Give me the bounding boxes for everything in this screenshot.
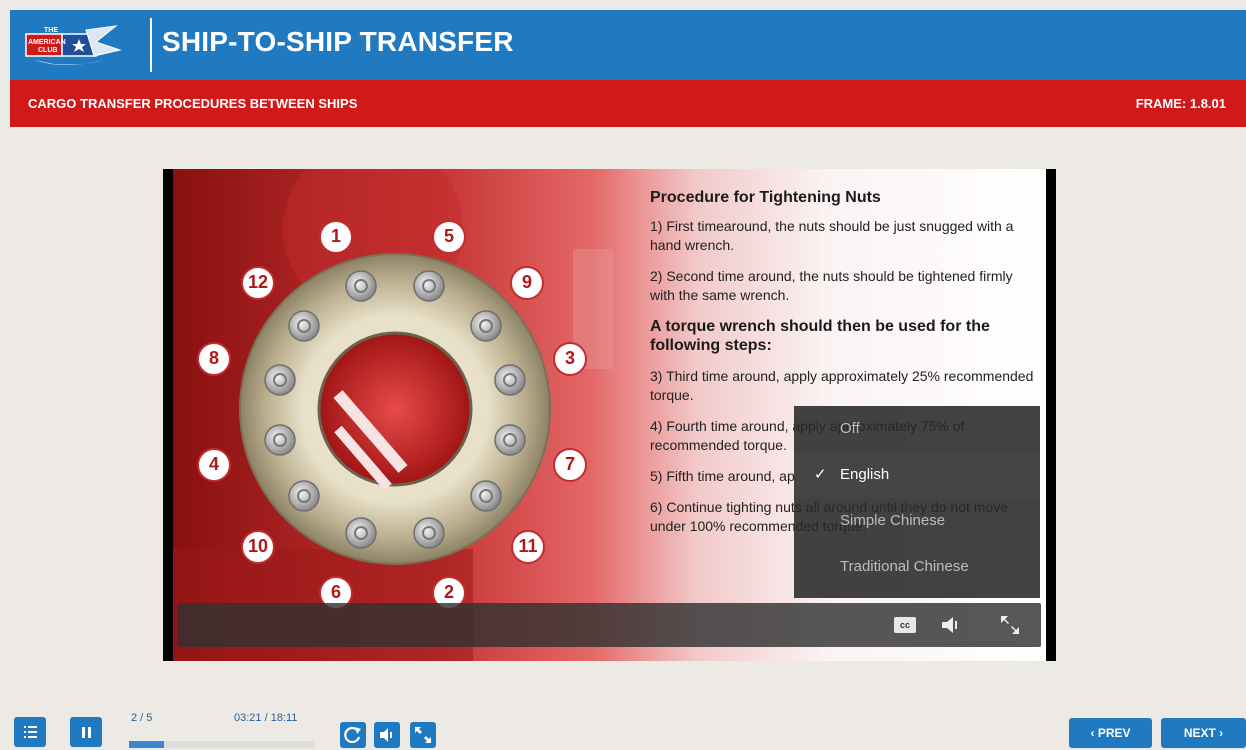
caption-option-traditional-chinese[interactable]: Traditional Chinese: [794, 544, 1040, 590]
closed-captions-button[interactable]: cc: [894, 617, 916, 633]
bolt-number: 3: [564, 348, 575, 368]
procedure-step: 1) First timearound, the nuts should be …: [650, 218, 1014, 253]
fullscreen-icon[interactable]: [410, 722, 436, 748]
progress-bar[interactable]: [129, 741, 315, 748]
svg-text:THE: THE: [44, 27, 58, 34]
svg-text:AMERICAN: AMERICAN: [28, 39, 66, 46]
bolt-number: 12: [247, 272, 269, 292]
caption-option-simple-chinese[interactable]: Simple Chinese: [794, 498, 1040, 544]
procedure-step: 2) Second time around, the nuts should b…: [650, 268, 1013, 303]
bolt-number: 10: [247, 536, 269, 556]
svg-text:CLUB: CLUB: [38, 47, 57, 54]
section-title: CARGO TRANSFER PROCEDURES BETWEEN SHIPS: [28, 96, 358, 111]
header-bar: THE AMERICAN CLUB SHIP-TO-SHIP TRANSFER: [10, 10, 1246, 80]
caption-option-label: English: [840, 466, 890, 483]
bolt-number: 1: [330, 226, 341, 246]
bolt-number: 2: [443, 582, 454, 602]
procedure-heading: Procedure for Tightening Nuts: [650, 189, 881, 206]
frame-number: FRAME: 1.8.01: [1135, 96, 1226, 111]
bolt-number: 4: [208, 454, 219, 474]
bolt-number: 5: [443, 226, 454, 246]
next-button[interactable]: NEXT ›: [1161, 718, 1246, 748]
check-icon: ✓: [814, 466, 827, 483]
player-control-bar: cc: [177, 603, 1041, 647]
caption-option-english[interactable]: ✓ English: [794, 452, 1040, 498]
bottom-navigation: 2 / 5 03:21 / 18:11 ‹ PREV NEXT ›: [0, 708, 1246, 750]
bolt-number: 6: [330, 582, 341, 602]
prev-button[interactable]: ‹ PREV: [1069, 718, 1152, 748]
title-divider: [150, 18, 152, 72]
progress-fill: [129, 741, 165, 748]
procedure-subheading: A torque wrench should then be used for …: [650, 318, 990, 354]
bolt-number: 9: [521, 272, 532, 292]
page-title: SHIP-TO-SHIP TRANSFER: [162, 26, 514, 57]
replay-icon[interactable]: [340, 722, 366, 748]
menu-icon[interactable]: [14, 717, 46, 747]
volume-icon[interactable]: [940, 615, 962, 635]
bolt-number: 11: [518, 536, 538, 556]
procedure-step: 3) Third time around, apply approximatel…: [650, 368, 1034, 403]
section-bar: CARGO TRANSFER PROCEDURES BETWEEN SHIPS …: [10, 80, 1246, 127]
time-display: 03:21 / 18:11: [234, 712, 298, 724]
american-club-logo: THE AMERICAN CLUB: [24, 20, 134, 70]
caption-option-off[interactable]: Off: [794, 406, 1040, 452]
bolt-number: 7: [564, 454, 575, 474]
slide-counter: 2 / 5: [131, 712, 153, 724]
pause-icon[interactable]: [70, 717, 102, 747]
fullscreen-icon[interactable]: [999, 614, 1021, 636]
bolt-number: 8: [208, 348, 219, 368]
captions-menu: Off ✓ English Simple Chinese Traditional …: [794, 406, 1040, 598]
volume-icon[interactable]: [374, 722, 400, 748]
